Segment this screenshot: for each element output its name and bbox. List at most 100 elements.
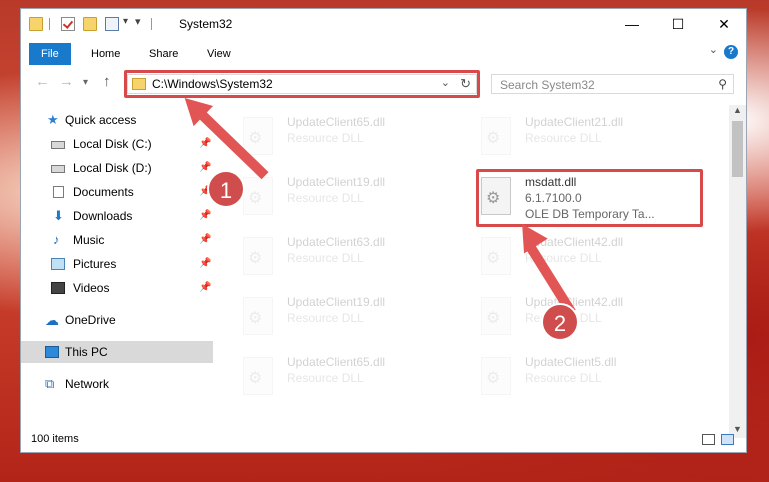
music-icon: ♪ [53,232,60,247]
file-item[interactable]: UpdateClient65.dll Resource DLL [221,351,451,399]
network-icon: ⧉ [45,376,55,391]
file-description: Resource DLL [287,191,364,205]
qat-dropdown-icon[interactable]: ▾ [135,15,141,28]
sidebar-item-network[interactable]: ⧉ Network [21,373,213,395]
large-icons-view-icon[interactable] [721,434,734,445]
dll-file-icon [243,357,273,395]
sidebar-item-music[interactable]: ♪ Music 📌 [21,229,213,251]
sidebar-item-label: Videos [73,281,110,295]
file-name: UpdateClient65.dll [287,355,386,369]
sidebar-item-onedrive[interactable]: ☁ OneDrive [21,309,213,331]
file-item[interactable]: UpdateClient65.dll Resource DLL [221,111,451,159]
search-icon[interactable]: ⚲ [718,77,727,91]
file-name: UpdateClient65.dll [287,115,386,129]
status-bar: 100 items [21,428,746,452]
file-item[interactable]: UpdateClient5.dll Resource DLL [459,351,689,399]
file-name: UpdateClient19.dll [287,295,386,309]
minimize-button[interactable]: — [609,9,655,39]
sidebar-item-local-disk-d[interactable]: Local Disk (D:) 📌 [21,157,213,179]
disk-icon [51,141,65,149]
disk-icon [51,165,65,173]
sidebar-item-videos[interactable]: Videos 📌 [21,277,213,299]
file-list: UpdateClient65.dll Resource DLL UpdateCl… [221,105,729,425]
sidebar-item-label: This PC [65,345,108,359]
pin-icon: 📌 [199,210,212,221]
step-badge-1: 1 [207,170,245,208]
sidebar-item-label: Local Disk (D:) [73,161,152,175]
scroll-up-icon[interactable]: ▲ [729,105,746,119]
file-item[interactable]: UpdateClient19.dll Resource DLL [221,171,451,219]
file-description: Resource DLL [525,371,602,385]
sidebar-item-this-pc[interactable]: This PC [21,341,213,363]
vertical-scrollbar[interactable]: ▲ ▼ [729,105,746,438]
divider [49,18,50,30]
computer-icon [45,346,59,358]
file-item[interactable]: UpdateClient21.dll Resource DLL [459,111,689,159]
forward-arrow-icon[interactable]: → [59,73,74,90]
new-folder-icon[interactable] [83,17,97,31]
file-name: UpdateClient5.dll [525,355,617,369]
dll-file-icon [243,177,273,215]
file-item[interactable]: UpdateClient42.dll Resource DLL [459,231,689,279]
tab-home[interactable]: Home [77,43,134,65]
sidebar-item-local-disk-c[interactable]: Local Disk (C:) 📌 [21,133,213,155]
sidebar-item-label: Local Disk (C:) [73,137,152,151]
dll-file-icon [243,297,273,335]
cloud-icon: ☁ [45,312,59,328]
star-icon: ★ [47,112,59,127]
folder-icon[interactable] [29,17,43,31]
step-badge-2: 2 [541,303,579,341]
file-item[interactable]: UpdateClient63.dll Resource DLL [221,231,451,279]
pictures-icon [51,258,65,270]
download-icon: ⬇ [53,208,64,223]
sidebar-item-label: Pictures [73,257,117,271]
dll-file-icon [481,237,511,275]
pin-icon: 📌 [199,138,212,149]
file-description: Resource DLL [287,311,364,325]
file-name: UpdateClient19.dll [287,175,386,189]
recent-locations-icon[interactable]: ▾ [83,77,88,88]
sidebar-item-label: Network [65,377,110,391]
address-bar-highlight [124,70,480,98]
tab-view[interactable]: View [193,43,245,65]
dll-file-icon [481,297,511,335]
close-button[interactable]: ✕ [701,9,747,39]
search-input[interactable] [498,76,702,94]
sidebar-item-pictures[interactable]: Pictures 📌 [21,253,213,275]
file-name: UpdateClient63.dll [287,235,386,249]
search-box[interactable]: ⚲ [491,74,734,94]
pin-icon: 📌 [199,258,212,269]
back-arrow-icon[interactable]: ← [35,73,50,90]
sidebar-item-label: Quick access [65,113,137,127]
ribbon: File Home Share View [21,39,746,65]
file-highlight [476,169,703,227]
window-title: System32 [179,17,233,31]
pin-icon: 📌 [199,162,212,173]
file-name: UpdateClient21.dll [525,115,624,129]
details-view-icon[interactable] [702,434,715,445]
collapse-ribbon-icon[interactable]: ⌄ [709,43,718,56]
navigation-pane: ★ Quick access Local Disk (C:) 📌 Local D… [21,105,213,425]
help-icon[interactable]: ? [724,45,738,59]
sidebar-item-label: OneDrive [65,313,116,327]
sidebar-item-label: Downloads [73,209,133,223]
file-item[interactable]: UpdateClient19.dll Resource DLL [221,291,451,339]
divider [151,18,152,30]
up-arrow-icon[interactable]: ↑ [103,73,111,90]
maximize-button[interactable]: ☐ [655,9,701,39]
tab-share[interactable]: Share [135,43,192,65]
dll-file-icon [243,117,273,155]
item-count: 100 items [31,433,79,445]
tab-file[interactable]: File [29,43,71,65]
dll-file-icon [481,117,511,155]
customize-icon[interactable] [105,17,119,31]
scroll-thumb[interactable] [732,121,743,177]
chevron-down-icon[interactable]: ▾ [123,16,128,27]
properties-check-icon[interactable] [61,17,75,31]
file-description: Resource DLL [287,251,364,265]
sidebar-item-documents[interactable]: Documents 📌 [21,181,213,203]
dll-file-icon [243,237,273,275]
pin-icon: 📌 [199,234,212,245]
sidebar-item-label: Music [73,233,105,247]
sidebar-item-downloads[interactable]: ⬇ Downloads 📌 [21,205,213,227]
